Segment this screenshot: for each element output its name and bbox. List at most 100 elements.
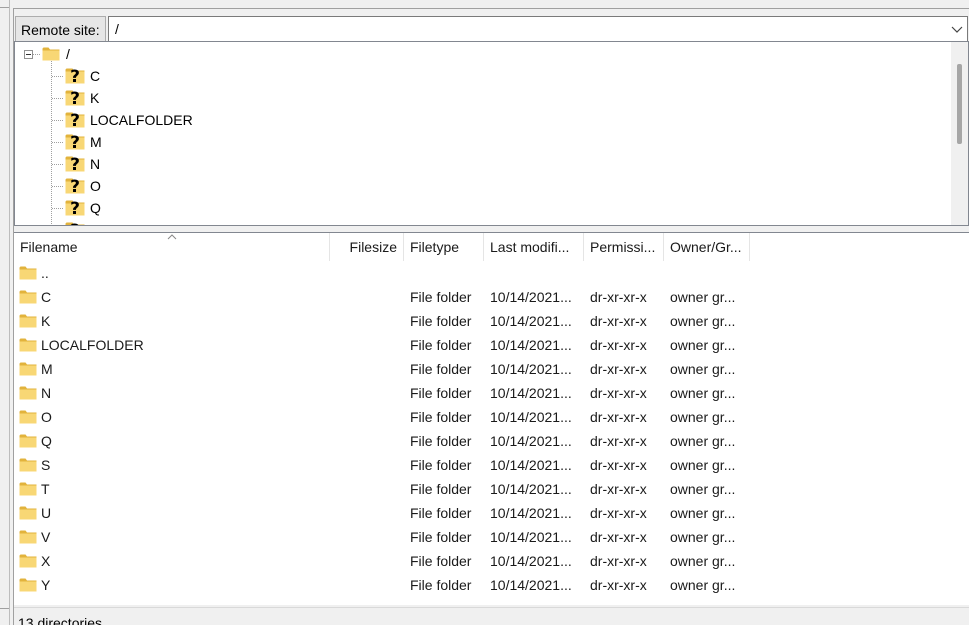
column-header-filename[interactable]: Filename (14, 233, 330, 261)
column-header-owner-group[interactable]: Owner/Gr... (664, 233, 750, 261)
cell-filename: U (41, 505, 52, 521)
cell-last-modified: 10/14/2021... (490, 553, 572, 569)
question-folder-icon: ? (65, 133, 85, 150)
status-bar: 13 directories (14, 607, 969, 625)
cell-last-modified: 10/14/2021... (490, 289, 572, 305)
collapse-minus-icon[interactable] (24, 50, 33, 59)
remote-site-label: Remote site: (15, 16, 106, 42)
tree-scroll-thumb[interactable] (957, 64, 962, 144)
column-header-last-modified[interactable]: Last modifi... (484, 233, 584, 261)
table-row[interactable]: T File folder 10/14/2021... dr-xr-xr-x owner… (14, 477, 969, 501)
tree-item-label: M (90, 134, 102, 150)
cell-permissions: dr-xr-xr-x (590, 409, 647, 425)
svg-text:?: ? (70, 155, 80, 172)
cell-filename: LOCALFOLDER (41, 337, 144, 353)
cell-filename: .. (41, 265, 49, 281)
cell-last-modified: 10/14/2021... (490, 385, 572, 401)
folder-icon (19, 578, 37, 592)
cell-owner-group: owner gr... (670, 289, 736, 305)
cell-filetype: File folder (410, 433, 472, 449)
cell-permissions: dr-xr-xr-x (590, 529, 647, 545)
folder-icon (19, 290, 37, 304)
cell-last-modified: 10/14/2021... (490, 505, 572, 521)
folder-icon (19, 338, 37, 352)
tree-item-label: S (90, 219, 99, 225)
folder-icon (19, 266, 37, 280)
cell-permissions: dr-xr-xr-x (590, 433, 647, 449)
cell-last-modified: 10/14/2021... (490, 433, 572, 449)
table-row[interactable]: S File folder 10/14/2021... dr-xr-xr-x owner… (14, 453, 969, 477)
question-folder-icon: ? (65, 155, 85, 172)
remote-pane: Remote site: / /? C? K? LOCALFOLDER? M? N? O? Q… (13, 8, 969, 625)
chevron-down-icon[interactable] (949, 21, 965, 37)
cell-permissions: dr-xr-xr-x (590, 313, 647, 329)
cell-filetype: File folder (410, 313, 472, 329)
column-header-filesize[interactable]: Filesize (330, 233, 404, 261)
cell-filename: K (41, 313, 51, 329)
remote-pane-window: Remote site: / /? C? K? LOCALFOLDER? M? N? O? Q… (0, 0, 969, 625)
cell-permissions: dr-xr-xr-x (590, 361, 647, 377)
remote-path-value[interactable]: / (115, 17, 119, 41)
cell-last-modified: 10/14/2021... (490, 481, 572, 497)
folder-icon (19, 482, 37, 496)
folder-icon (19, 458, 37, 472)
cell-filename: V (41, 529, 51, 545)
table-row[interactable]: N File folder 10/14/2021... dr-xr-xr-x owner… (14, 381, 969, 405)
tree-item-label: / (66, 46, 70, 62)
status-directory-count: 13 directories (18, 615, 103, 625)
folder-icon (19, 410, 37, 424)
cell-permissions: dr-xr-xr-x (590, 505, 647, 521)
cell-permissions: dr-xr-xr-x (590, 457, 647, 473)
cell-filetype: File folder (410, 481, 472, 497)
question-folder-icon: ? (65, 199, 85, 216)
cell-filename: M (41, 361, 53, 377)
remote-directory-tree[interactable]: /?C?K?LOCALFOLDER?M?N?O?Q?S (14, 41, 969, 226)
table-row[interactable]: X File folder 10/14/2021... dr-xr-xr-x owner… (14, 549, 969, 573)
table-row[interactable]: M File folder 10/14/2021... dr-xr-xr-x owner… (14, 357, 969, 381)
table-row[interactable]: Q File folder 10/14/2021... dr-xr-xr-x owner… (14, 429, 969, 453)
table-row[interactable]: O File folder 10/14/2021... dr-xr-xr-x owner… (14, 405, 969, 429)
cell-owner-group: owner gr... (670, 577, 736, 593)
cell-permissions: dr-xr-xr-x (590, 481, 647, 497)
file-list-header: Filename Filesize Filetype Last modifi... Pe… (14, 233, 969, 261)
cell-filetype: File folder (410, 457, 472, 473)
table-row[interactable]: V File folder 10/14/2021... dr-xr-xr-x owner… (14, 525, 969, 549)
question-folder-icon: ? (65, 89, 85, 106)
cell-owner-group: owner gr... (670, 457, 736, 473)
folder-icon (19, 362, 37, 376)
svg-text:?: ? (70, 133, 80, 150)
cell-owner-group: owner gr... (670, 337, 736, 353)
cell-filetype: File folder (410, 529, 472, 545)
cell-filename: X (41, 553, 51, 569)
tree-item-label: LOCALFOLDER (90, 112, 193, 128)
cell-filetype: File folder (410, 385, 472, 401)
column-header-filetype[interactable]: Filetype (404, 233, 484, 261)
remote-file-list[interactable]: Filename Filesize Filetype Last modifi... Pe… (14, 232, 969, 605)
table-row[interactable]: LOCALFOLDER File folder 10/14/2021... dr-xr… (14, 333, 969, 357)
cell-last-modified: 10/14/2021... (490, 313, 572, 329)
cell-filetype: File folder (410, 505, 472, 521)
tree-item-label: Q (90, 200, 101, 216)
cell-filetype: File folder (410, 361, 472, 377)
tree-vertical-scrollbar[interactable] (951, 42, 968, 225)
cell-filename: O (41, 409, 52, 425)
folder-icon (19, 386, 37, 400)
cell-filetype: File folder (410, 553, 472, 569)
cell-filetype: File folder (410, 409, 472, 425)
cell-owner-group: owner gr... (670, 409, 736, 425)
remote-path-combobox[interactable]: / (108, 16, 968, 42)
cell-filename: Y (41, 577, 51, 593)
tree-item-label: K (90, 90, 100, 106)
folder-icon (19, 530, 37, 544)
table-row[interactable]: C File folder 10/14/2021... dr-xr-xr-x owner… (14, 285, 969, 309)
tree-item-label: N (90, 156, 101, 172)
table-row[interactable]: K File folder 10/14/2021... dr-xr-xr-x owner… (14, 309, 969, 333)
question-folder-icon: ? (65, 111, 85, 128)
column-header-permissions[interactable]: Permissi... (584, 233, 664, 261)
table-row[interactable]: Y File folder 10/14/2021... dr-xr-xr-x owner… (14, 573, 969, 597)
question-folder-icon: ? (65, 177, 85, 194)
table-row[interactable]: U File folder 10/14/2021... dr-xr-xr-x owner… (14, 501, 969, 525)
cell-permissions: dr-xr-xr-x (590, 577, 647, 593)
svg-text:?: ? (70, 67, 80, 84)
table-row-parent[interactable]: .. (14, 261, 969, 285)
